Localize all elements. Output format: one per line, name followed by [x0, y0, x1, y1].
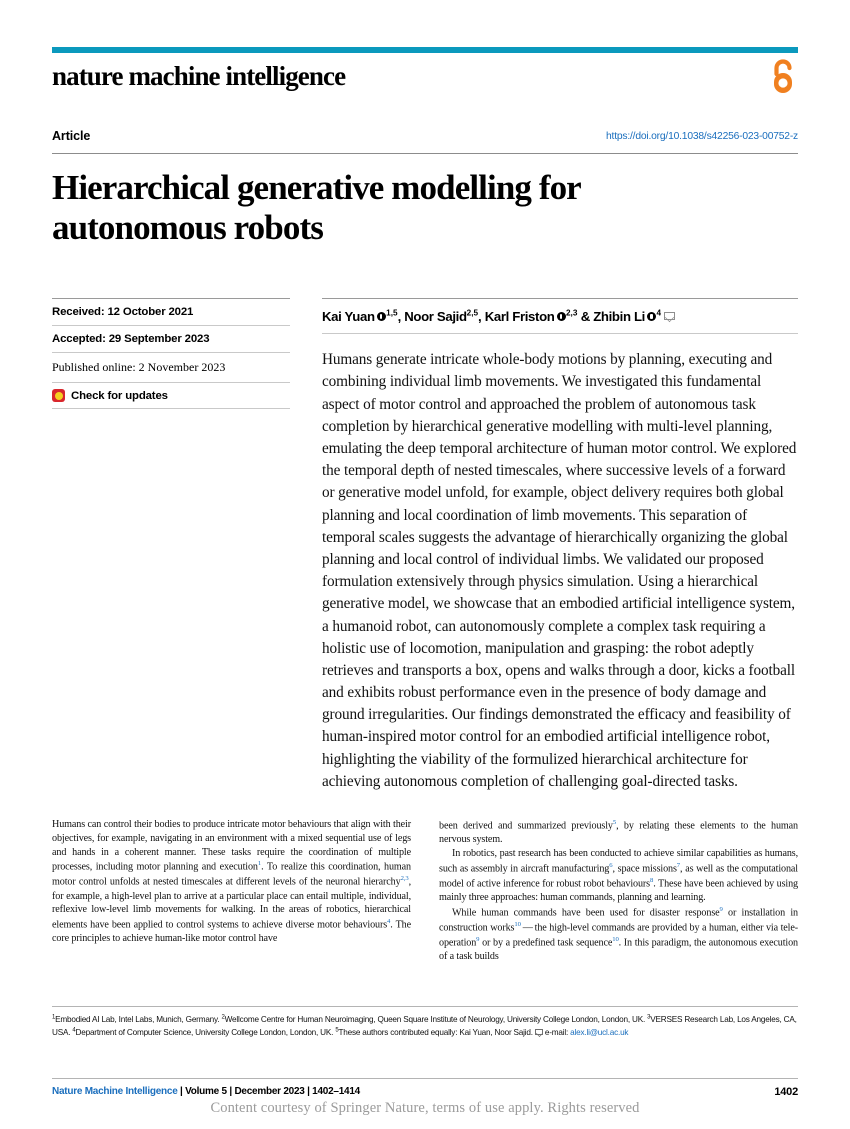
author-affiliation-markers: 4 [656, 308, 662, 318]
body-column-right: been derived and summarized previously5,… [439, 818, 798, 964]
author-item[interactable]: Karl Friston 2,3 [485, 309, 578, 324]
envelope-icon [534, 1028, 543, 1035]
abstract-text: Humans generate intricate whole-body mot… [322, 351, 797, 790]
check-for-updates[interactable]: Check for updates [52, 383, 290, 410]
citation-reference[interactable]: 7 [677, 862, 680, 869]
author-item[interactable]: Noor Sajid2,5 [404, 309, 478, 324]
footer-divider [52, 1078, 798, 1079]
body-paragraph: While human commands have been used for … [439, 905, 799, 962]
journal-title: nature machine intelligence [52, 61, 346, 91]
received-date: Received: 12 October 2021 [52, 299, 290, 327]
springer-watermark: Content courtesy of Springer Nature, ter… [210, 1100, 640, 1116]
publication-history-sidebar: Received: 12 October 2021 Accepted: 29 S… [52, 298, 290, 410]
affiliation-text: Wellcome Centre for Human Neuroimaging, … [224, 1015, 648, 1024]
citation-reference[interactable]: 9 [476, 936, 479, 943]
check-for-updates-label: Check for updates [71, 389, 168, 402]
body-paragraph: In robotics, past research has been cond… [439, 847, 799, 903]
orcid-icon[interactable] [376, 312, 386, 322]
author-affiliation-markers: 2,3 [566, 308, 578, 318]
page-number: 1402 [774, 1086, 798, 1098]
body-paragraph: Humans can control their bodies to produ… [52, 819, 411, 945]
title-divider [52, 153, 798, 154]
author-name: Noor Sajid [404, 309, 467, 325]
envelope-icon[interactable] [664, 312, 676, 321]
authors-divider-bottom [322, 333, 798, 335]
author-name: Kai Yuan [322, 309, 375, 325]
author-name: Karl Friston [484, 309, 555, 325]
affiliation-text: Embodied AI Lab, Intel Labs, Munich, Ger… [55, 1015, 222, 1024]
crossmark-icon [52, 389, 65, 403]
author-list: Kai Yuan 1,5, Noor Sajid2,5, Karl Friston… [322, 299, 798, 333]
affiliations-divider [52, 1006, 798, 1007]
affiliations-block: 1Embodied AI Lab, Intel Labs, Munich, Ge… [52, 1013, 804, 1040]
author-separator: , [478, 309, 485, 325]
article-type-label: Article [52, 129, 91, 143]
citation-reference[interactable]: 4 [387, 918, 390, 925]
footer-citation: Nature Machine Intelligence | Volume 5 |… [52, 1086, 360, 1097]
citation-reference[interactable]: 6 [609, 862, 612, 869]
masthead: nature machine intelligence [52, 53, 798, 105]
header-grid: Received: 12 October 2021 Accepted: 29 S… [52, 298, 798, 793]
footer-volume-info: | Volume 5 | December 2023 | 1402–1414 [177, 1086, 360, 1097]
citation-reference[interactable]: 1 [258, 860, 261, 867]
open-access-lock-icon [768, 57, 798, 95]
citation-reference[interactable]: 8 [650, 877, 653, 884]
footer-journal-name[interactable]: Nature Machine Intelligence [52, 1086, 178, 1097]
citation-reference[interactable]: 10 [514, 921, 521, 928]
author-separator: & [577, 309, 594, 325]
corresponding-email-link[interactable]: alex.li@ucl.ac.uk [570, 1028, 628, 1037]
page-title: Hierarchical generative modelling for au… [52, 168, 581, 247]
author-item[interactable]: Kai Yuan 1,5 [322, 309, 398, 324]
citation-reference[interactable]: 10 [612, 936, 619, 943]
citation-reference[interactable]: 9 [720, 906, 723, 913]
accepted-date: Accepted: 29 September 2023 [52, 326, 290, 354]
affiliation-text: Department of Computer Science, Universi… [75, 1028, 336, 1038]
citation-reference[interactable]: 2,3 [401, 875, 409, 882]
authors-and-abstract: Kai Yuan 1,5, Noor Sajid2,5, Karl Friston… [322, 298, 798, 793]
body-paragraph: been derived and summarized previously5,… [439, 819, 798, 846]
author-affiliation-markers: 1,5 [386, 308, 398, 318]
article-page: nature machine intelligence Article http… [0, 0, 850, 1129]
email-label: e-mail: [544, 1028, 571, 1038]
article-type-row: Article https://doi.org/10.1038/s42256-0… [52, 129, 798, 147]
body-columns: Humans can control their bodies to produ… [52, 818, 798, 964]
author-item[interactable]: Zhibin Li 4 [593, 309, 661, 324]
published-date: Published online: 2 November 2023 [52, 353, 290, 384]
orcid-icon[interactable] [556, 312, 566, 322]
affiliation-text: These authors contributed equally: Kai Y… [338, 1028, 535, 1038]
orcid-icon[interactable] [647, 312, 656, 322]
author-affiliation-markers: 2,5 [466, 308, 479, 318]
author-name: Zhibin Li [593, 309, 645, 325]
citation-reference[interactable]: 5 [613, 819, 616, 826]
body-column-left: Humans can control their bodies to produ… [52, 818, 411, 964]
doi-link[interactable]: https://doi.org/10.1038/s42256-023-00752… [606, 131, 798, 142]
